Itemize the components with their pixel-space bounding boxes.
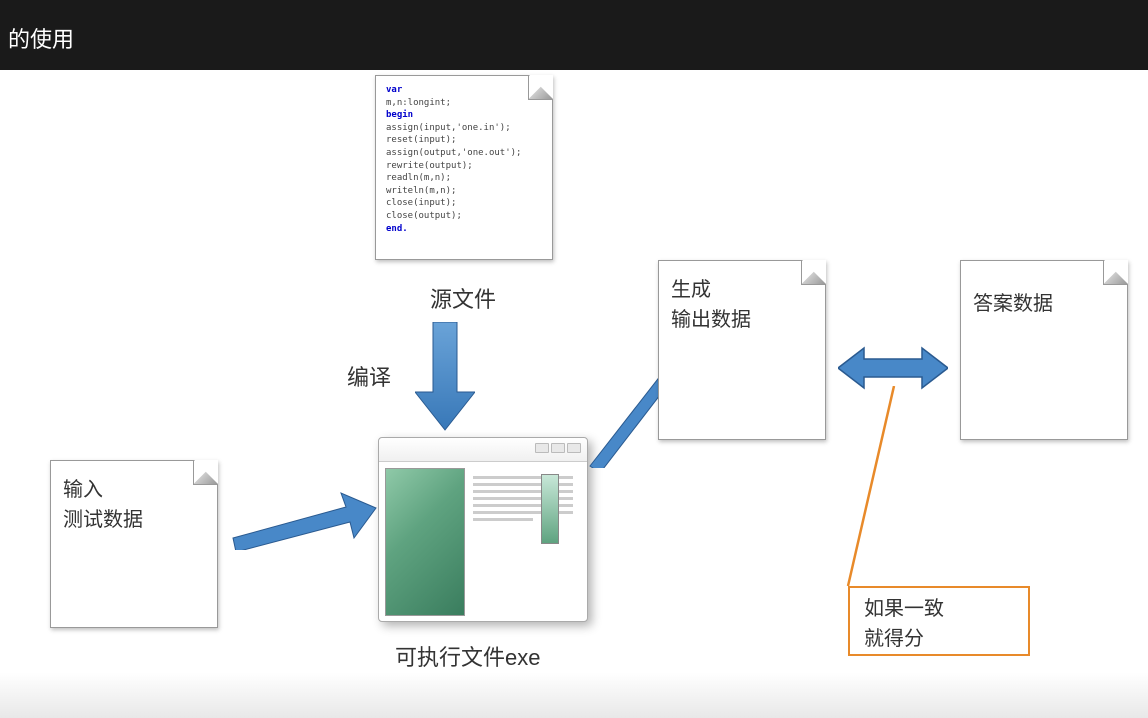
- header-title: 的使用: [8, 27, 74, 52]
- arrow-down-icon: [415, 322, 475, 432]
- callout-box: 如果一致 就得分: [848, 586, 1030, 656]
- output-line2: 输出数据: [671, 309, 751, 331]
- page-fold-icon: [801, 261, 825, 285]
- compile-label: 编译: [347, 360, 391, 392]
- window-min-icon: [535, 443, 549, 453]
- input-data-icon: 输入 测试数据: [50, 460, 218, 628]
- answer-data-icon: 答案数据: [960, 260, 1128, 440]
- source-file-icon: varm,n:longint;begin assign(input,'one.i…: [375, 75, 553, 260]
- window-max-icon: [551, 443, 565, 453]
- output-data-icon: 生成 输出数据: [658, 260, 826, 440]
- connector-line-icon: [822, 386, 942, 596]
- header: 的使用: [0, 0, 1148, 70]
- double-arrow-icon: [838, 346, 948, 390]
- callout-line2: 就得分: [864, 628, 924, 650]
- window-pane-icon: [385, 468, 465, 616]
- executable-label: 可执行文件exe: [395, 640, 540, 672]
- window-close-icon: [567, 443, 581, 453]
- input-line2: 测试数据: [63, 509, 143, 531]
- input-line1: 输入: [63, 479, 103, 501]
- window-scrollbar-icon: [541, 474, 559, 544]
- diagram-canvas: varm,n:longint;begin assign(input,'one.i…: [0, 70, 1148, 718]
- arrow-right-icon: [228, 490, 378, 550]
- callout-line1: 如果一致: [864, 598, 944, 620]
- page-fold-icon: [193, 461, 217, 485]
- executable-window-icon: [378, 437, 588, 622]
- window-titlebar: [379, 438, 587, 462]
- source-file-label: 源文件: [430, 282, 496, 314]
- page-fold-icon: [1103, 261, 1127, 285]
- answer-label: 答案数据: [973, 293, 1053, 315]
- page-fold-icon: [528, 76, 552, 100]
- output-line1: 生成: [671, 279, 711, 301]
